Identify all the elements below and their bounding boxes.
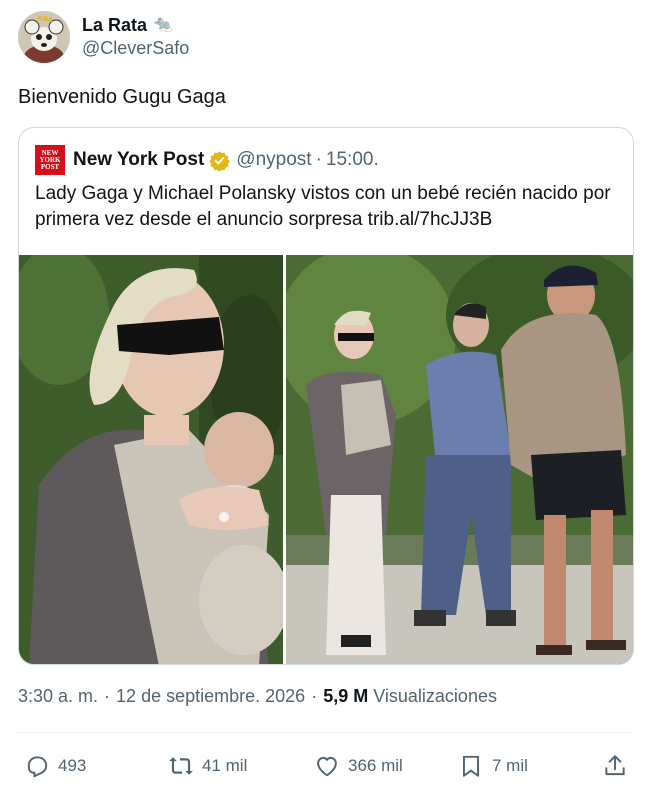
share-button[interactable]: [602, 753, 628, 779]
tweet-time[interactable]: 3:30 a. m.: [18, 686, 98, 707]
retweet-button[interactable]: 41 mil: [168, 753, 247, 779]
rat-avatar-image: [18, 11, 70, 63]
author-display-name[interactable]: La Rata 🐀: [82, 14, 189, 36]
tweet-header: La Rata 🐀 @CleverSafo: [18, 10, 189, 64]
quoted-display-name[interactable]: New York Post: [73, 149, 204, 171]
views-count[interactable]: 5,9 M: [323, 686, 368, 707]
author-names: La Rata 🐀 @CleverSafo: [82, 14, 189, 60]
quoted-photos: [19, 255, 633, 664]
tweet-date[interactable]: 12 de septiembre. 2026: [116, 686, 305, 707]
views-label: Visualizaciones: [373, 686, 497, 706]
bookmark-icon: [462, 755, 480, 777]
like-count: 366 mil: [348, 756, 403, 775]
nypost-logo-line-3: POST: [40, 162, 60, 171]
action-bar: 493 41 mil 366 mil 7 mil: [18, 746, 634, 786]
reply-button[interactable]: 493: [24, 753, 86, 779]
tweet-text: Bienvenido Gugu Gaga: [18, 86, 226, 108]
avatar[interactable]: [18, 11, 70, 63]
heart-icon: [317, 756, 337, 777]
reply-count: 493: [58, 756, 87, 775]
bookmark-count: 7 mil: [492, 756, 528, 775]
quoted-tweet[interactable]: NEW YORK POST New York Post @nypost · 15…: [18, 127, 634, 665]
photo-walking[interactable]: [286, 255, 633, 664]
tweet-meta: 3:30 a. m. · 12 de septiembre. 2026 · 5,…: [18, 686, 497, 707]
retweet-count: 41 mil: [202, 756, 248, 775]
author-display-name-text: La Rata: [82, 15, 148, 35]
verified-badge-icon: [209, 150, 230, 171]
meta-separator-2: ·: [311, 686, 318, 706]
retweet-icon: [169, 757, 193, 775]
share-icon: [605, 755, 625, 776]
bookmark-button[interactable]: 7 mil: [458, 753, 528, 779]
meta-separator: ·: [104, 686, 111, 706]
reply-icon: [27, 756, 48, 778]
quoted-time[interactable]: 15:00.: [326, 149, 379, 171]
photo-closeup-image: [19, 255, 283, 664]
like-button[interactable]: 366 mil: [314, 753, 403, 779]
rat-emoji-icon: 🐀: [153, 16, 173, 33]
quoted-tweet-header: NEW YORK POST New York Post @nypost · 15…: [35, 145, 379, 175]
photo-walking-image: [286, 255, 633, 664]
author-handle[interactable]: @CleverSafo: [82, 36, 189, 60]
quoted-handle[interactable]: @nypost: [236, 149, 311, 171]
nypost-logo: NEW YORK POST: [35, 145, 65, 175]
photo-closeup[interactable]: [19, 255, 283, 664]
quoted-text: Lady Gaga y Michael Polansky vistos con …: [35, 183, 611, 230]
quoted-separator: ·: [315, 149, 322, 170]
divider: [18, 732, 634, 733]
